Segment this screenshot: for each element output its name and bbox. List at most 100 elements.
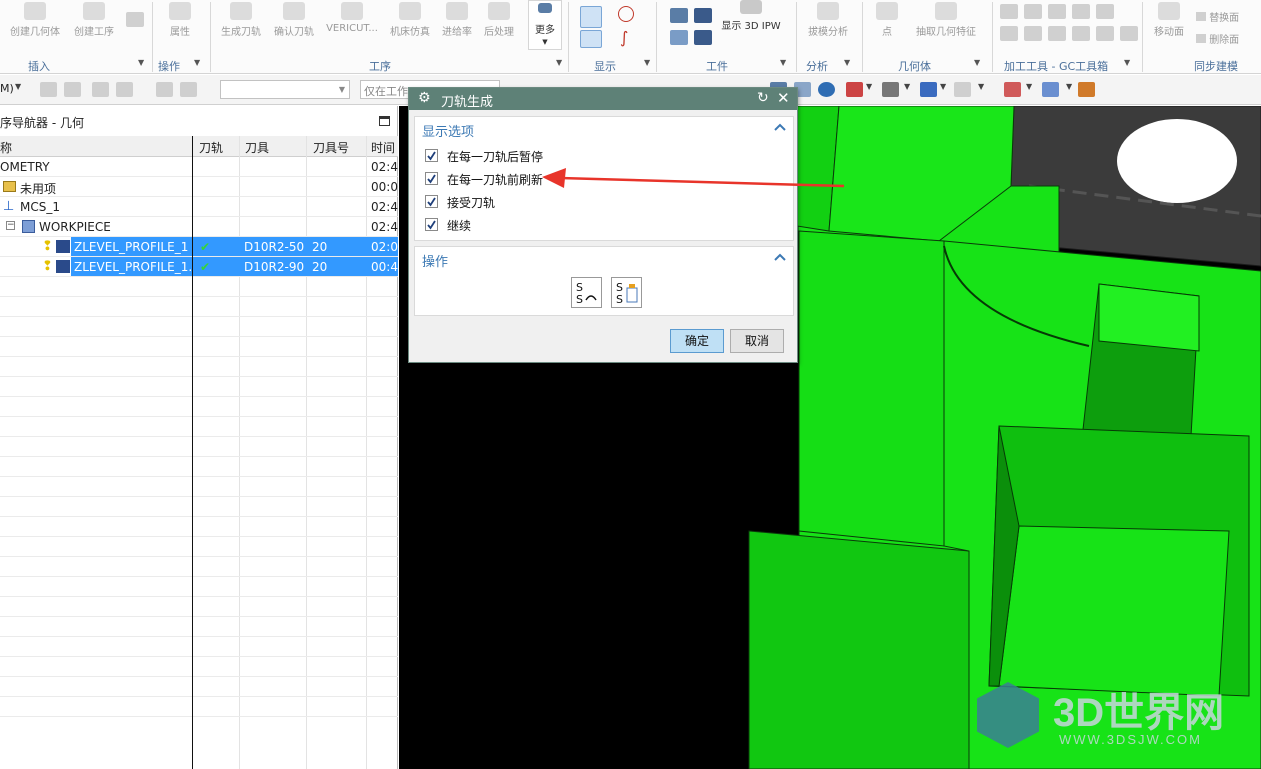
gc-tool-i-icon[interactable] — [1072, 26, 1090, 41]
reset-icon[interactable]: ↻ — [757, 90, 769, 106]
chevron-down-icon[interactable]: ▼ — [1066, 82, 1072, 91]
replace-face-button[interactable]: 替换面 — [1196, 9, 1250, 24]
generate-toolpath-button[interactable]: 生成刀轨 — [218, 0, 264, 38]
chevron-down-icon[interactable]: ▼ — [978, 82, 984, 91]
snap-e-icon[interactable] — [156, 82, 173, 97]
point-button[interactable]: 点 — [876, 0, 898, 38]
chevron-down-icon[interactable]: ▼ — [644, 58, 650, 67]
vericut-button[interactable]: VERICUT... — [323, 0, 381, 34]
column-tool[interactable]: 刀具 — [245, 139, 269, 156]
shaded-cube-icon[interactable] — [920, 82, 937, 97]
snap-b-icon[interactable] — [64, 82, 81, 97]
gc-tool-j-icon[interactable] — [1096, 26, 1114, 41]
ruler-icon[interactable] — [1078, 82, 1095, 97]
workpiece-c-icon[interactable] — [670, 30, 688, 45]
work-layer-icon[interactable] — [1004, 82, 1021, 97]
ok-button[interactable]: 确定 — [670, 329, 724, 353]
chevron-down-icon[interactable]: ▼ — [780, 58, 786, 67]
snap-a-icon[interactable] — [40, 82, 57, 97]
collapse-chevron-icon[interactable] — [774, 123, 786, 131]
chevron-down-icon[interactable]: ▼ — [194, 58, 200, 67]
chevron-down-icon[interactable]: ▼ — [940, 82, 946, 91]
collapse-icon[interactable]: − — [6, 221, 15, 230]
close-icon[interactable]: ✕ — [777, 89, 790, 107]
column-toolpath[interactable]: 刀轨 — [199, 139, 223, 156]
gc-tool-g-icon[interactable] — [1024, 26, 1042, 41]
maximize-icon[interactable] — [379, 116, 390, 126]
cancel-button[interactable]: 取消 — [730, 329, 784, 353]
workpiece-b-icon[interactable] — [694, 8, 712, 23]
tree-row-zlevel-profile-1[interactable]: ❢ ZLEVEL_PROFILE_1 ✔ D10R2-50 20 02:0 — [0, 237, 398, 257]
postprocess-button[interactable]: 后处理 — [480, 0, 518, 38]
tree-row-zlevel-profile-2[interactable]: ❢ ZLEVEL_PROFILE_1... ✔ D10R2-90 20 00:4 — [0, 257, 398, 277]
gc-tool-b-icon[interactable] — [1024, 4, 1042, 19]
tree-row-unused[interactable]: 未用项 00:0 — [0, 177, 398, 197]
tree-row-mcs[interactable]: ⊥ MCS_1 02:4 — [0, 197, 398, 217]
section-icon[interactable] — [954, 82, 971, 97]
dialog-titlebar[interactable]: ⚙ 刀轨生成 ↻ ✕ — [409, 88, 797, 110]
column-tool-number[interactable]: 刀具号 — [313, 139, 349, 156]
chevron-down-icon[interactable]: ▼ — [1026, 82, 1032, 91]
display-toggle-icon[interactable] — [580, 6, 602, 28]
snap-d-icon[interactable] — [116, 82, 133, 97]
list-icon[interactable] — [126, 12, 144, 27]
collapse-chevron-icon[interactable] — [774, 253, 786, 261]
filter-dropdown[interactable]: ▼ — [220, 80, 350, 99]
checkbox[interactable] — [425, 195, 438, 208]
render-style-icon[interactable] — [846, 82, 863, 97]
section-display-options[interactable]: 显示选项 — [422, 121, 474, 140]
column-name[interactable]: 称 — [0, 139, 12, 156]
background-icon[interactable] — [882, 82, 899, 97]
chevron-down-icon[interactable]: ▼ — [844, 58, 850, 67]
properties-button[interactable]: 属性 — [162, 0, 198, 38]
gc-tool-d-icon[interactable] — [1072, 4, 1090, 19]
checkbox[interactable] — [425, 172, 438, 185]
draft-analysis-button[interactable]: 拔模分析 — [804, 0, 852, 38]
more-button[interactable]: 更多 ▼ — [528, 0, 562, 50]
gc-tool-c-icon[interactable] — [1048, 4, 1066, 19]
gc-tool-a-icon[interactable] — [1000, 4, 1018, 19]
checkbox[interactable] — [425, 149, 438, 162]
snap-f-icon[interactable] — [180, 82, 197, 97]
verify-toolpath-button[interactable]: 确认刀轨 — [270, 0, 318, 38]
type-filter-select[interactable]: M) — [0, 82, 14, 95]
curve-icon[interactable]: ∫ — [620, 28, 628, 47]
chevron-down-icon[interactable]: ▼ — [138, 58, 144, 67]
move-face-button[interactable]: 移动面 — [1150, 0, 1188, 38]
chevron-down-icon[interactable]: ▼ — [15, 82, 21, 91]
create-geometry-button[interactable]: 创建几何体 — [4, 0, 66, 38]
list-toolpath-icon[interactable]: SS — [611, 277, 642, 308]
workpiece-d-icon[interactable] — [694, 30, 712, 45]
display-path-icon[interactable] — [580, 30, 602, 48]
tree-row-geometry[interactable]: OMETRY 02:4 — [0, 157, 398, 177]
extract-geometry-button[interactable]: 抽取几何特征 — [912, 0, 980, 38]
gc-tool-f-icon[interactable] — [1000, 26, 1018, 41]
delete-face-icon — [1196, 34, 1206, 43]
tree-row-workpiece[interactable]: − WORKPIECE 02:4 — [0, 217, 398, 237]
create-operation-button[interactable]: 创建工序 — [68, 0, 120, 38]
column-time[interactable]: 时间 — [371, 139, 395, 156]
empty-row — [0, 577, 398, 597]
chevron-down-icon[interactable]: ▼ — [866, 82, 872, 91]
machine-simulation-button[interactable]: 机床仿真 — [386, 0, 434, 38]
checkbox[interactable] — [425, 218, 438, 231]
gc-tool-k-icon[interactable] — [1120, 26, 1138, 41]
section-actions[interactable]: 操作 — [422, 251, 448, 270]
chevron-down-icon[interactable]: ▼ — [556, 58, 562, 67]
gc-tool-e-icon[interactable] — [1096, 4, 1114, 19]
feedrate-button[interactable]: 进给率 — [438, 0, 476, 38]
chevron-down-icon[interactable]: ▼ — [1124, 58, 1130, 67]
chevron-down-icon[interactable]: ▼ — [974, 58, 980, 67]
point-icon — [876, 2, 898, 20]
workpiece-a-icon[interactable] — [670, 8, 688, 23]
snap-c-icon[interactable] — [92, 82, 109, 97]
refresh-view-icon[interactable] — [818, 82, 835, 97]
column-divider[interactable] — [192, 136, 193, 769]
chevron-down-icon[interactable]: ▼ — [904, 82, 910, 91]
delete-face-button[interactable]: 删除面 — [1196, 31, 1250, 46]
measure-icon[interactable] — [1042, 82, 1059, 97]
gc-tool-h-icon[interactable] — [1048, 26, 1066, 41]
replay-toolpath-icon[interactable]: SS — [571, 277, 602, 308]
show-3d-ipw-button[interactable]: 显示 3D IPW — [718, 0, 784, 32]
target-icon[interactable] — [618, 6, 634, 22]
